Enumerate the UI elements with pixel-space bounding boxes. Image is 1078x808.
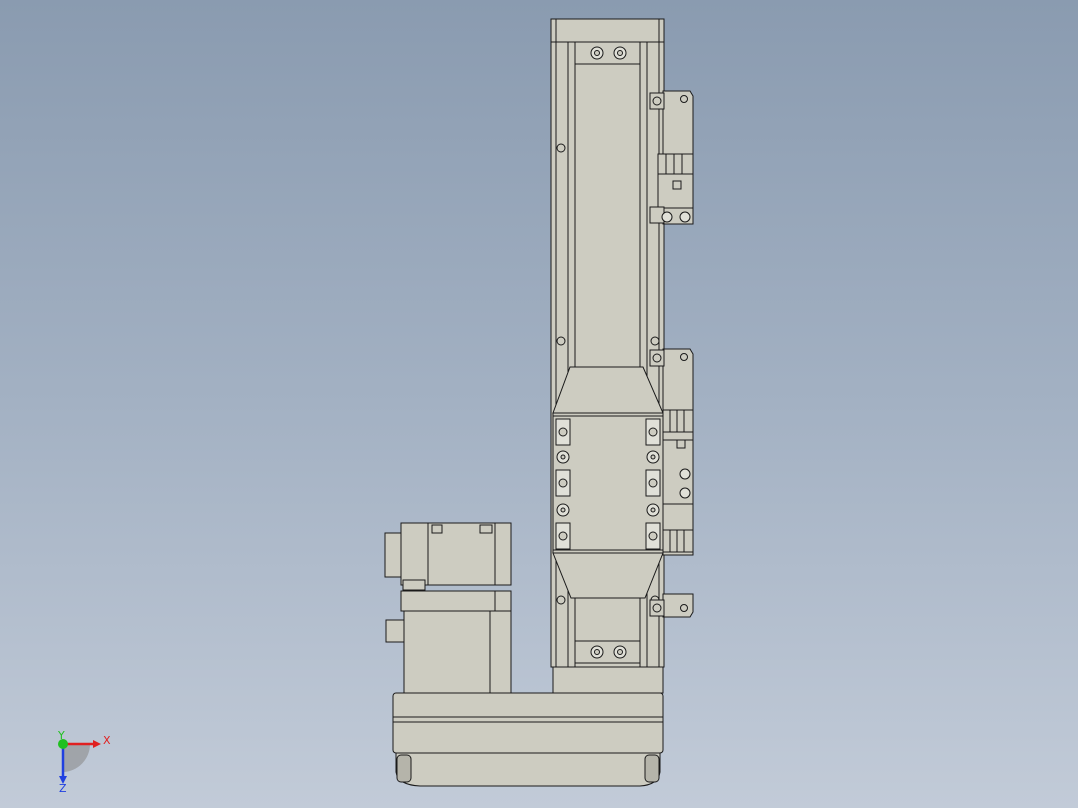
motor-assembly [384, 522, 512, 694]
x-axis-label: X [103, 734, 111, 747]
base-housing [392, 692, 664, 787]
rail-end-block [552, 664, 664, 694]
cad-viewport[interactable]: X Y Z [0, 0, 1078, 808]
axis-triad: X Y Z [57, 729, 111, 795]
y-axis-label: Y [57, 729, 65, 742]
cad-drawing[interactable]: X Y Z [0, 0, 1078, 808]
z-axis-label: Z [59, 782, 67, 795]
carriage [552, 366, 664, 599]
